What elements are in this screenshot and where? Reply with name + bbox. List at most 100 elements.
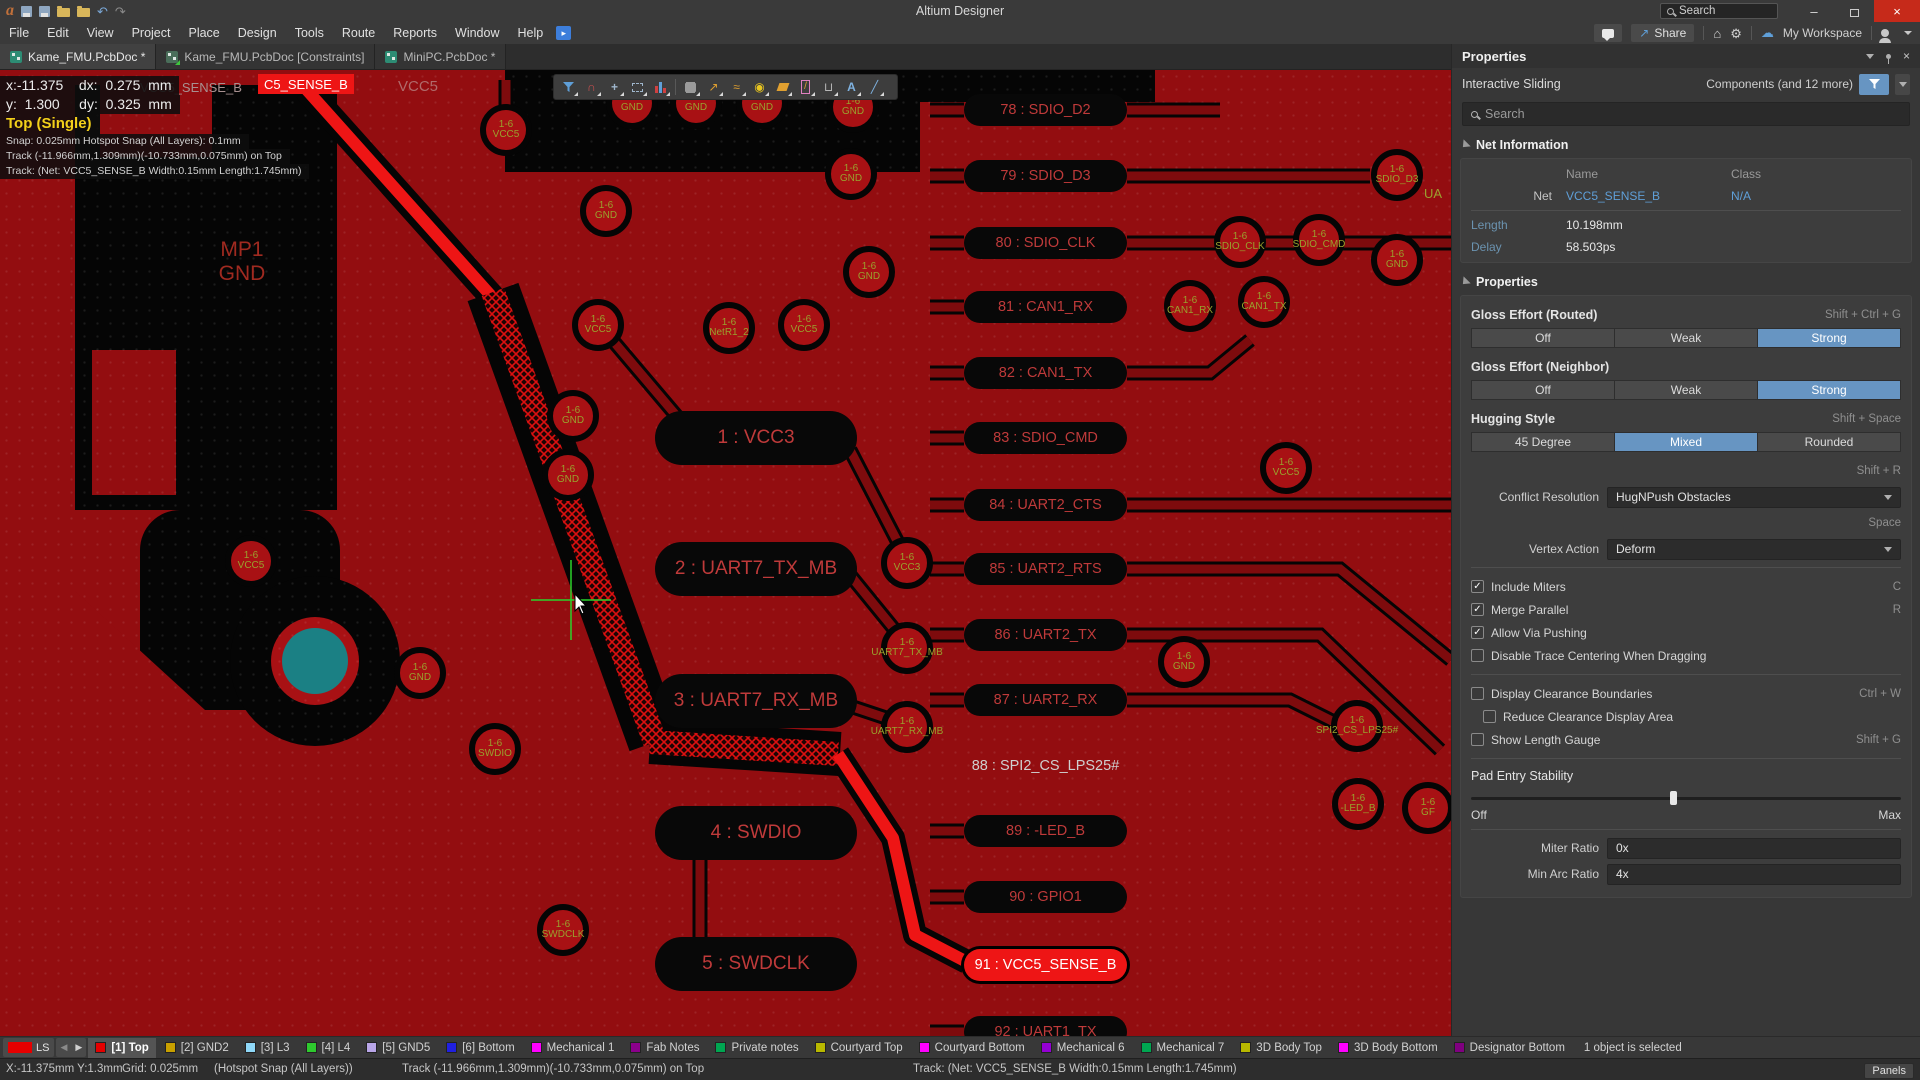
via-pad-netr1_2[interactable]: 1-6NetR1_2	[703, 302, 755, 354]
layer-tab-mechanical-6[interactable]: Mechanical 6	[1034, 1038, 1132, 1058]
option-rounded[interactable]: Rounded	[1758, 433, 1900, 451]
connector-pad[interactable]: 92 : UART1_TX	[964, 1016, 1127, 1036]
connector-pad[interactable]: 2 : UART7_TX_MB	[655, 542, 857, 596]
panels-button[interactable]: Panels	[1864, 1063, 1914, 1079]
via-icon[interactable]: ◉	[749, 77, 770, 97]
via-pad-gnd[interactable]: 1-6GND	[547, 390, 599, 442]
layer-tab-3d-body-top[interactable]: 3D Body Top	[1233, 1038, 1329, 1058]
option-strong[interactable]: Strong	[1758, 381, 1900, 399]
slider-handle[interactable]	[1670, 791, 1677, 805]
via-pad-gnd[interactable]: 1-6GND	[843, 246, 895, 298]
pad-entry-stability-slider[interactable]	[1471, 790, 1901, 806]
document-tab[interactable]: MiniPC.PcbDoc *	[375, 44, 506, 69]
layer-tab--5-gnd5[interactable]: [5] GND5	[359, 1038, 437, 1058]
filter-icon[interactable]	[558, 77, 579, 97]
text-icon[interactable]: A	[841, 77, 862, 97]
via-pad-sdio_clk[interactable]: 1-6SDIO_CLK	[1214, 216, 1266, 268]
via-pad-gnd[interactable]: 1-6GND	[580, 185, 632, 237]
menu-route[interactable]: Route	[333, 22, 384, 44]
panel-search-box[interactable]: Search	[1462, 102, 1910, 126]
layer-set-button[interactable]: LS	[3, 1038, 54, 1057]
undo-icon[interactable]: ↶	[97, 5, 108, 18]
via-pad-vcc5[interactable]: 1-6VCC5	[480, 104, 532, 156]
scroll-right-icon[interactable]: ▶	[75, 1042, 82, 1053]
line-icon[interactable]: ╱	[864, 77, 885, 97]
via-pad-gnd[interactable]: 1-6GND	[542, 449, 594, 501]
pcb-canvas[interactable]: MP1 GND C5_SENSE_B VCC5_SENSE_B VCC5 UA …	[0, 70, 1451, 1036]
layer-tab-designator-bottom[interactable]: Designator Bottom	[1447, 1038, 1572, 1058]
option-mixed[interactable]: Mixed	[1615, 433, 1758, 451]
unchecked-checkbox[interactable]	[1471, 733, 1484, 746]
panel-menu-icon[interactable]	[1866, 54, 1874, 59]
connector-pad[interactable]: 87 : UART2_RX	[964, 684, 1127, 716]
connector-pad[interactable]: 4 : SWDIO	[655, 806, 857, 860]
menu-window[interactable]: Window	[446, 22, 508, 44]
differential-pair-icon[interactable]: ≈	[726, 77, 747, 97]
min-arc-ratio-input[interactable]: 4x	[1607, 864, 1901, 885]
menu-edit[interactable]: Edit	[38, 22, 78, 44]
close-button[interactable]: ×	[1874, 0, 1920, 22]
option-45-degree[interactable]: 45 Degree	[1472, 433, 1615, 451]
component-mp1[interactable]: MP1 GND	[192, 238, 292, 286]
via-pad-vcc5[interactable]: 1-6VCC5	[572, 299, 624, 351]
layer-tab-3d-body-bottom[interactable]: 3D Body Bottom	[1331, 1038, 1445, 1058]
unchecked-checkbox[interactable]	[1471, 687, 1484, 700]
via-pad-gf[interactable]: 1-6GF	[1402, 782, 1451, 834]
move-icon[interactable]: +	[604, 77, 625, 97]
restore-button[interactable]	[1834, 0, 1874, 22]
via-pad-sdio_d3[interactable]: 1-6SDIO_D3	[1371, 149, 1423, 201]
via-pad-swdclk[interactable]: 1-6SWDCLK	[537, 904, 589, 956]
scroll-left-icon[interactable]: ◀	[60, 1042, 67, 1053]
connector-pad[interactable]: 83 : SDIO_CMD	[964, 422, 1127, 454]
menu-place[interactable]: Place	[179, 22, 228, 44]
checked-checkbox[interactable]: ✓	[1471, 603, 1484, 616]
share-button[interactable]: ↗ Share	[1631, 24, 1694, 42]
via-pad-sdio_cmd[interactable]: 1-6SDIO_CMD	[1293, 214, 1345, 266]
unchecked-checkbox[interactable]	[1483, 710, 1496, 723]
connector-pad[interactable]: 3 : UART7_RX_MB	[655, 674, 857, 728]
menu-file[interactable]: File	[0, 22, 38, 44]
object-filter-button[interactable]	[1859, 74, 1889, 95]
layer-tab-courtyard-top[interactable]: Courtyard Top	[808, 1038, 910, 1058]
connector-pad[interactable]: 78 : SDIO_D2	[964, 94, 1127, 126]
help-video-icon[interactable]: ▸	[556, 26, 571, 40]
layer-tab-fab-notes[interactable]: Fab Notes	[623, 1038, 706, 1058]
layer-tab-private-notes[interactable]: Private notes	[708, 1038, 805, 1058]
component-icon[interactable]	[680, 77, 701, 97]
open-icon[interactable]	[57, 8, 70, 17]
save-icon[interactable]	[21, 6, 32, 17]
via-pad-gnd[interactable]: 1-6GND	[1371, 234, 1423, 286]
checked-checkbox[interactable]: ✓	[1471, 626, 1484, 639]
chart-icon[interactable]	[650, 77, 671, 97]
option-weak[interactable]: Weak	[1615, 329, 1758, 347]
option-strong[interactable]: Strong	[1758, 329, 1900, 347]
connector-pad[interactable]: 79 : SDIO_D3	[964, 160, 1127, 192]
route-icon[interactable]: ↗	[703, 77, 724, 97]
section-properties[interactable]: Properties	[1452, 269, 1920, 295]
layer-tab-mechanical-7[interactable]: Mechanical 7	[1134, 1038, 1232, 1058]
via-pad-uart7_rx_mb[interactable]: 1-6UART7_RX_MB	[881, 701, 933, 753]
via-pad-can1_tx[interactable]: 1-6CAN1_TX	[1238, 276, 1290, 328]
save-all-icon[interactable]	[39, 6, 50, 17]
document-tab[interactable]: Kame_FMU.PcbDoc [Constraints]	[156, 44, 375, 69]
pin-icon[interactable]	[1886, 54, 1891, 59]
connector-pad[interactable]: 81 : CAN1_RX	[964, 291, 1127, 323]
option-off[interactable]: Off	[1472, 381, 1615, 399]
global-search-box[interactable]: Search	[1660, 3, 1778, 19]
polygon-icon[interactable]	[772, 77, 793, 97]
via-pad-vcc3[interactable]: 1-6VCC3	[881, 537, 933, 589]
select-area-icon[interactable]	[627, 77, 648, 97]
section-net-information[interactable]: Net Information	[1452, 132, 1920, 158]
connector-pad[interactable]: 88 : SPI2_CS_LPS25#	[964, 750, 1127, 782]
interactive-route-icon[interactable]: /	[795, 77, 816, 97]
menu-project[interactable]: Project	[123, 22, 180, 44]
redo-icon[interactable]: ↷	[115, 5, 126, 18]
via-pad-swdio[interactable]: 1-6SWDIO	[469, 723, 521, 775]
open-project-icon[interactable]	[77, 8, 90, 17]
connector-pad[interactable]: 84 : UART2_CTS	[964, 489, 1127, 521]
via-pad-gnd[interactable]: 1-6GND	[825, 148, 877, 200]
document-tab[interactable]: Kame_FMU.PcbDoc *	[0, 44, 156, 69]
menu-reports[interactable]: Reports	[384, 22, 446, 44]
layer-tab-courtyard-bottom[interactable]: Courtyard Bottom	[912, 1038, 1032, 1058]
minimize-button[interactable]: –	[1794, 0, 1834, 22]
